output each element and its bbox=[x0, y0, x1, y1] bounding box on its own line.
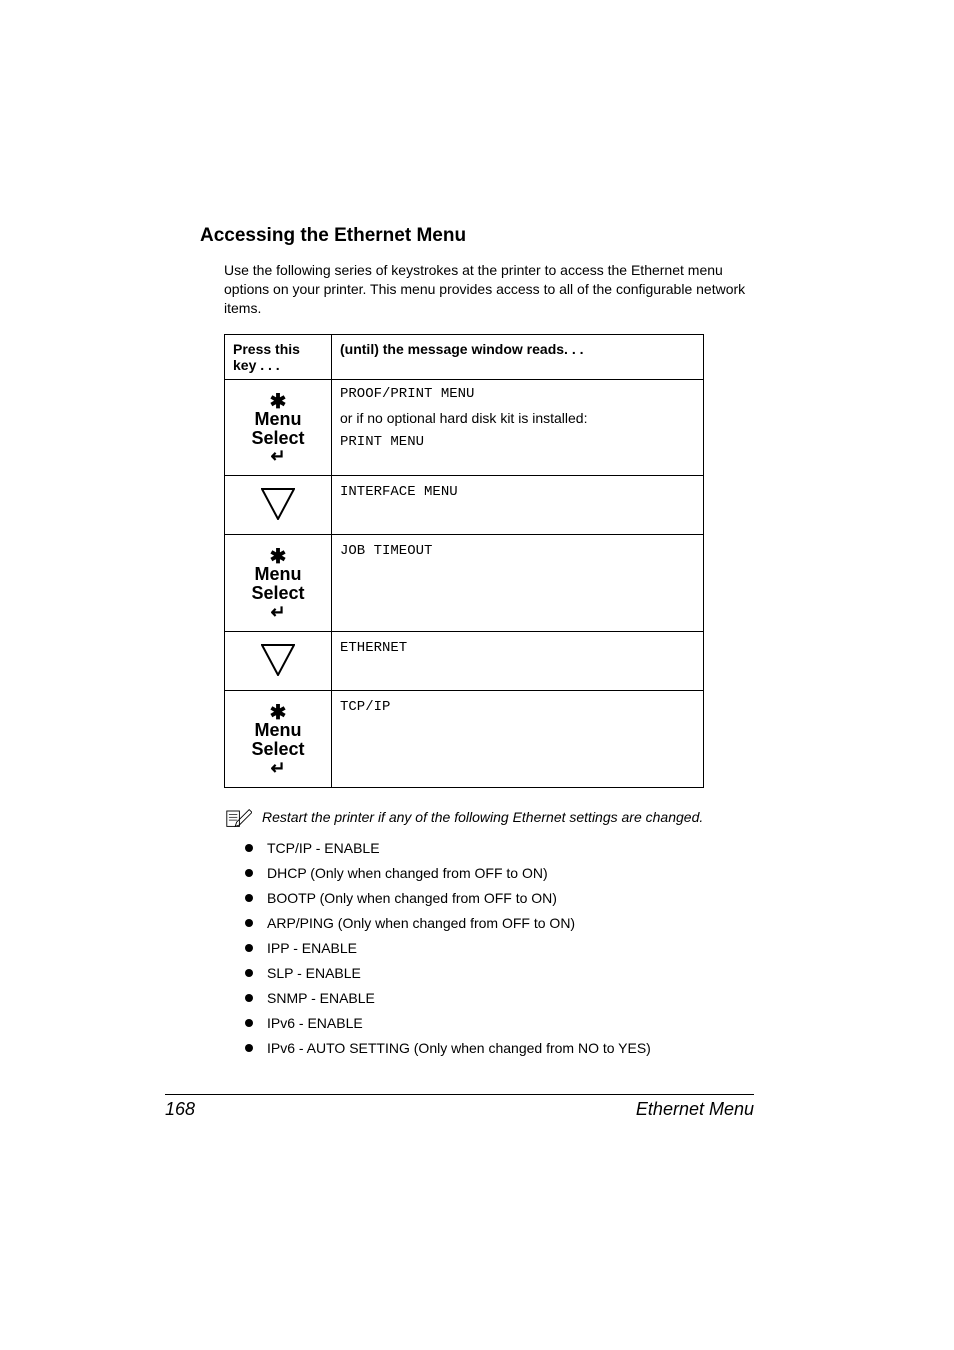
menu-label: Menu bbox=[255, 565, 302, 584]
enter-arrow-icon: ↵ bbox=[270, 759, 285, 775]
select-label: Select bbox=[251, 584, 304, 603]
select-label: Select bbox=[251, 740, 304, 759]
page-number: 168 bbox=[165, 1099, 195, 1120]
list-item: DHCP (Only when changed from OFF to ON) bbox=[245, 866, 754, 880]
intro-paragraph: Use the following series of keystrokes a… bbox=[224, 261, 754, 318]
table-row: ✱ Menu Select ↵ TCP/IP bbox=[225, 691, 704, 788]
menu-select-key-icon: ✱ Menu Select ↵ bbox=[233, 697, 323, 781]
msg-line1-mono: PROOF/PRINT MENU bbox=[340, 386, 695, 402]
star-icon: ✱ bbox=[270, 392, 287, 410]
list-item: IPv6 - ENABLE bbox=[245, 1016, 754, 1030]
msg-mono: ETHERNET bbox=[340, 640, 407, 656]
msg-mono: TCP/IP bbox=[340, 699, 390, 715]
list-item: IPv6 - AUTO SETTING (Only when changed f… bbox=[245, 1041, 754, 1055]
menu-select-key-icon: ✱ Menu Select ↵ bbox=[233, 386, 323, 470]
menu-select-key-icon: ✱ Menu Select ↵ bbox=[233, 541, 323, 625]
footer-title: Ethernet Menu bbox=[636, 1099, 754, 1120]
table-row: ✱ Menu Select ↵ PROOF/PRINT MENU or if n… bbox=[225, 379, 704, 476]
msg-mono: JOB TIMEOUT bbox=[340, 543, 432, 559]
down-key-icon bbox=[233, 638, 323, 684]
star-icon: ✱ bbox=[270, 703, 287, 721]
enter-arrow-icon: ↵ bbox=[270, 603, 285, 619]
list-item: ARP/PING (Only when changed from OFF to … bbox=[245, 916, 754, 930]
menu-label: Menu bbox=[255, 721, 302, 740]
th-msg: (until) the message window reads. . . bbox=[332, 334, 704, 379]
list-item: SLP - ENABLE bbox=[245, 966, 754, 980]
note-text: Restart the printer if any of the follow… bbox=[262, 808, 703, 827]
list-item: SNMP - ENABLE bbox=[245, 991, 754, 1005]
enter-arrow-icon: ↵ bbox=[270, 447, 285, 463]
list-item: TCP/IP - ENABLE bbox=[245, 841, 754, 855]
msg-mid-text: or if no optional hard disk kit is insta… bbox=[340, 410, 695, 426]
settings-list: TCP/IP - ENABLE DHCP (Only when changed … bbox=[245, 841, 754, 1055]
table-row: ETHERNET bbox=[225, 632, 704, 691]
list-item: IPP - ENABLE bbox=[245, 941, 754, 955]
msg-mono: INTERFACE MENU bbox=[340, 484, 458, 500]
select-label: Select bbox=[251, 429, 304, 448]
page-footer: 168 Ethernet Menu bbox=[165, 1094, 754, 1120]
msg-line2-mono: PRINT MENU bbox=[340, 434, 695, 450]
table-row: ✱ Menu Select ↵ JOB TIMEOUT bbox=[225, 535, 704, 632]
menu-label: Menu bbox=[255, 410, 302, 429]
page: Accessing the Ethernet Menu Use the foll… bbox=[0, 0, 954, 1350]
list-item: BOOTP (Only when changed from OFF to ON) bbox=[245, 891, 754, 905]
down-key-icon bbox=[233, 482, 323, 528]
note-icon bbox=[224, 808, 252, 831]
note: Restart the printer if any of the follow… bbox=[224, 808, 754, 831]
th-key: Press this key . . . bbox=[225, 334, 332, 379]
keystroke-table: Press this key . . . (until) the message… bbox=[224, 334, 704, 788]
star-icon: ✱ bbox=[270, 547, 287, 565]
table-row: INTERFACE MENU bbox=[225, 476, 704, 535]
section-heading: Accessing the Ethernet Menu bbox=[200, 225, 754, 247]
